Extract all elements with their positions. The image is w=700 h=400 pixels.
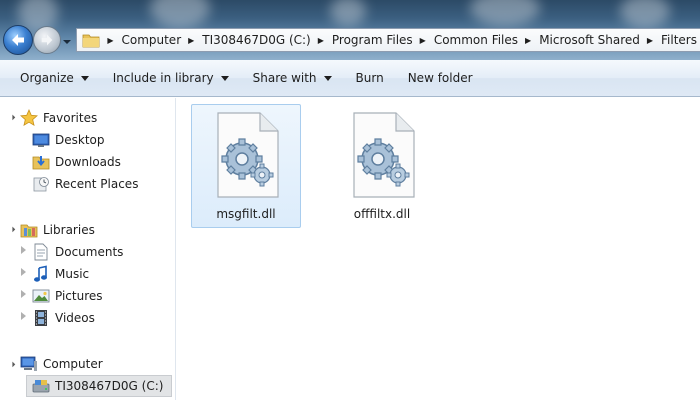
back-arrow-icon xyxy=(12,34,24,46)
background-bokeh xyxy=(150,0,210,28)
breadcrumb-microsoft-shared[interactable]: Microsoft Shared xyxy=(536,33,643,47)
pictures-icon xyxy=(32,287,50,305)
chevron-down-icon xyxy=(323,75,332,81)
folder-icon xyxy=(81,29,101,51)
nav-item-downloads[interactable]: Downloads xyxy=(32,151,121,173)
background-bokeh xyxy=(470,0,540,26)
libraries-icon xyxy=(20,221,38,239)
nav-item-label: Documents xyxy=(55,245,124,259)
star-icon xyxy=(20,109,38,127)
address-bar[interactable]: ▶ Computer ▶ TI308467D0G (C:) ▶ Program … xyxy=(76,28,700,52)
nav-item-pictures[interactable]: Pictures xyxy=(32,285,103,307)
share-with-button[interactable]: Share with xyxy=(241,64,344,92)
breadcrumb-separator[interactable]: ▶ xyxy=(314,36,329,45)
file-item-offfiltx[interactable]: offfiltx.dll xyxy=(327,104,437,228)
expand-collapse-icon[interactable] xyxy=(6,111,16,121)
background-bokeh xyxy=(620,0,670,28)
nav-item-label: Desktop xyxy=(55,133,105,147)
dll-gear-icon xyxy=(353,112,415,198)
expand-icon[interactable] xyxy=(21,246,26,254)
nav-item-label: Videos xyxy=(55,311,95,325)
background-bokeh xyxy=(330,0,366,26)
share-with-label: Share with xyxy=(252,71,317,85)
recent-places-icon xyxy=(32,175,50,193)
burn-label: Burn xyxy=(355,71,384,85)
music-icon xyxy=(32,265,50,283)
expand-icon[interactable] xyxy=(21,268,26,276)
breadcrumb-drive[interactable]: TI308467D0G (C:) xyxy=(199,33,313,47)
desktop-icon xyxy=(32,131,50,149)
nav-libraries-label: Libraries xyxy=(43,223,95,237)
nav-favorites[interactable]: Favorites xyxy=(20,107,97,129)
breadcrumb-filters[interactable]: Filters xyxy=(658,33,700,47)
nav-libraries[interactable]: Libraries xyxy=(20,219,95,241)
breadcrumb-separator[interactable]: ▶ xyxy=(416,36,431,45)
forward-button[interactable] xyxy=(33,26,61,54)
breadcrumb-separator[interactable]: ▶ xyxy=(103,36,118,45)
nav-computer-label: Computer xyxy=(43,357,103,371)
breadcrumb-separator[interactable]: ▶ xyxy=(643,36,658,45)
nav-item-music[interactable]: Music xyxy=(32,263,89,285)
nav-item-desktop[interactable]: Desktop xyxy=(32,129,105,151)
nav-computer[interactable]: Computer xyxy=(20,353,103,375)
videos-icon xyxy=(32,309,50,327)
nav-item-videos[interactable]: Videos xyxy=(32,307,95,329)
nav-item-label: Pictures xyxy=(55,289,103,303)
nav-item-label: TI308467D0G (C:) xyxy=(55,379,164,393)
burn-button[interactable]: Burn xyxy=(344,64,396,92)
expand-icon[interactable] xyxy=(21,290,26,298)
file-name: msgfilt.dll xyxy=(216,207,276,221)
file-item-msgfilt[interactable]: msgfilt.dll xyxy=(191,104,301,228)
expand-collapse-icon[interactable] xyxy=(6,358,16,368)
organize-button[interactable]: Organize xyxy=(8,64,101,92)
chevron-down-icon xyxy=(63,40,71,44)
file-name: offfiltx.dll xyxy=(353,207,411,221)
expand-icon[interactable] xyxy=(21,312,26,320)
navigation-pane: Favorites Desktop Downloads Recent Place… xyxy=(0,98,176,400)
drive-icon xyxy=(32,377,50,395)
breadcrumb-computer[interactable]: Computer xyxy=(118,33,184,47)
recent-pages-dropdown[interactable] xyxy=(62,36,72,46)
breadcrumb-program-files[interactable]: Program Files xyxy=(329,33,416,47)
computer-icon xyxy=(20,355,38,373)
nav-item-documents[interactable]: Documents xyxy=(32,241,123,263)
nav-item-drive[interactable]: TI308467D0G (C:) xyxy=(26,375,172,397)
expand-collapse-icon[interactable] xyxy=(6,223,16,233)
chevron-down-icon xyxy=(80,75,89,81)
window-titlebar: ▶ Computer ▶ TI308467D0G (C:) ▶ Program … xyxy=(0,0,700,60)
breadcrumb-separator[interactable]: ▶ xyxy=(521,36,536,45)
command-bar: Organize Include in library Share with B… xyxy=(0,60,700,97)
breadcrumb-common-files[interactable]: Common Files xyxy=(431,33,521,47)
new-folder-button[interactable]: New folder xyxy=(396,64,485,92)
back-button[interactable] xyxy=(3,25,33,55)
dll-gear-icon xyxy=(217,112,279,198)
file-list: msgfilt.dll offfiltx.dll xyxy=(177,98,700,400)
organize-label: Organize xyxy=(20,71,74,85)
chevron-down-icon xyxy=(220,75,229,81)
forward-arrow-icon xyxy=(41,34,53,46)
nav-item-recent-places[interactable]: Recent Places xyxy=(32,173,138,195)
include-in-library-label: Include in library xyxy=(112,71,214,85)
nav-item-label: Music xyxy=(55,267,90,281)
nav-item-label: Recent Places xyxy=(55,177,139,191)
downloads-icon xyxy=(32,153,50,171)
breadcrumb-separator[interactable]: ▶ xyxy=(184,36,199,45)
nav-favorites-label: Favorites xyxy=(43,111,98,125)
nav-item-label: Downloads xyxy=(55,155,121,169)
include-in-library-button[interactable]: Include in library xyxy=(101,64,241,92)
new-folder-label: New folder xyxy=(407,71,473,85)
documents-icon xyxy=(32,243,50,261)
